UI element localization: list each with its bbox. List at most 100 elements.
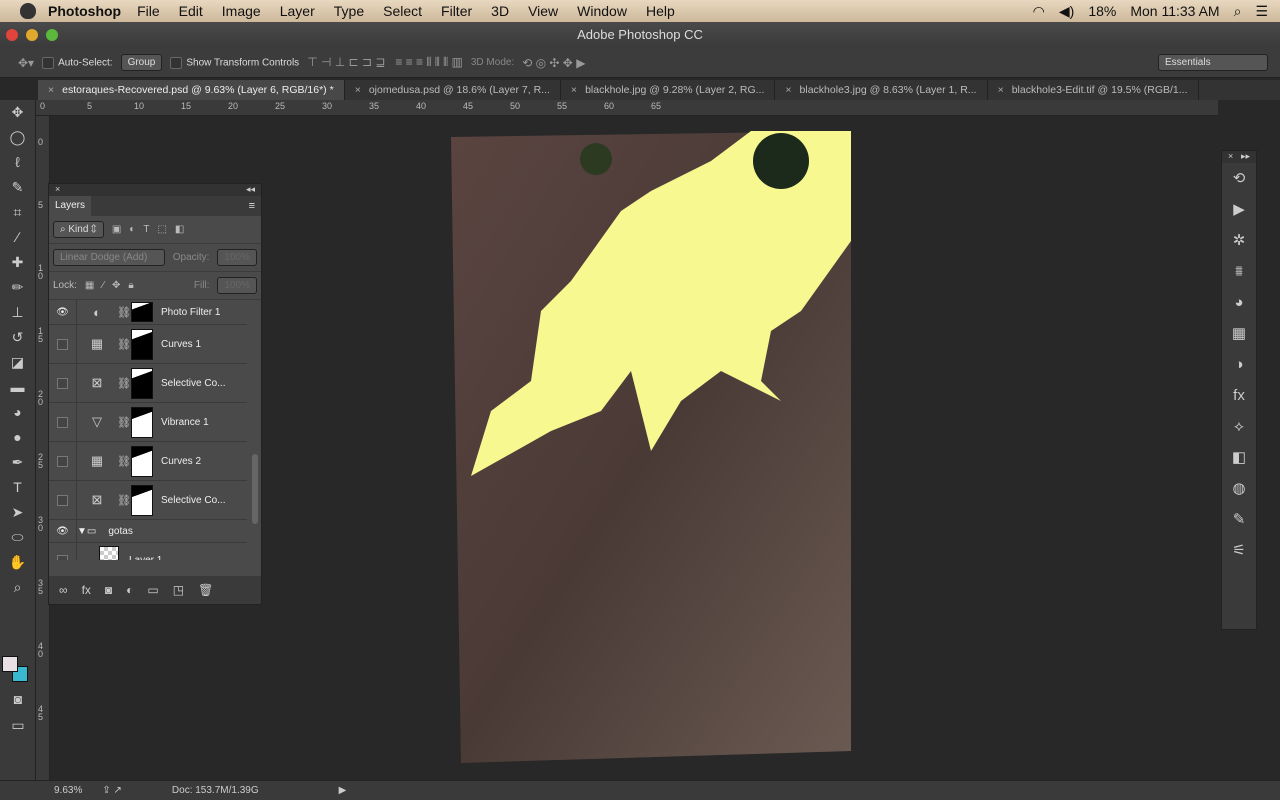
move-tool-icon[interactable]: ✥ — [0, 100, 35, 125]
mask-link-icon[interactable]: ⛓︎ — [117, 377, 131, 390]
gradient-tool-icon[interactable]: ▬ — [0, 375, 35, 400]
layer-row[interactable]: Layer 1 — [49, 543, 247, 560]
path-select-tool-icon[interactable]: ➤ — [0, 500, 35, 525]
screen-mode-icon[interactable]: ▭ — [0, 713, 36, 738]
close-tab-icon[interactable]: × — [355, 84, 361, 96]
color-panel-icon[interactable]: ◕ — [1222, 287, 1256, 318]
channels-panel-icon[interactable]: ◧ — [1222, 442, 1256, 473]
paths-panel-icon[interactable]: ⟡ — [1222, 411, 1256, 442]
close-tab-icon[interactable]: × — [785, 84, 791, 96]
filter-kind-dropdown[interactable]: ⌕ Kind ⇕ — [53, 221, 104, 238]
visibility-toggle[interactable] — [49, 481, 77, 519]
foreground-color-swatch[interactable] — [2, 656, 18, 672]
clock[interactable]: Mon 11:33 AM — [1130, 3, 1219, 19]
layers-comps-panel-icon[interactable]: ◍ — [1222, 473, 1256, 504]
history-panel-icon[interactable]: ⟲ — [1222, 163, 1256, 194]
layer-row[interactable]: 👁︎ ◐ ⛓︎ Photo Filter 1 — [49, 300, 247, 325]
brush-panel-icon[interactable]: ✎ — [1222, 504, 1256, 535]
crop-tool-icon[interactable]: ⌗ — [0, 200, 35, 225]
notifications-icon[interactable]: ☰ — [1255, 3, 1268, 20]
document-tab[interactable]: × estoraques-Recovered.psd @ 9.63% (Layer… — [38, 80, 345, 100]
collapse-panel-icon[interactable]: ◂◂ — [246, 184, 255, 196]
layer-row[interactable]: ⊠ ⛓︎ Selective Co... — [49, 481, 247, 520]
layer-mask-thumbnail[interactable] — [131, 445, 153, 477]
ellipse-tool-icon[interactable]: ⬭ — [0, 525, 35, 550]
eye-icon[interactable]: 👁︎ — [56, 526, 69, 537]
move-tool-icon[interactable]: ✥▾ — [18, 56, 34, 70]
share-icon[interactable]: ⇪ ↗ — [102, 785, 122, 796]
layer-row[interactable]: ▽ ⛓︎ Vibrance 1 — [49, 403, 247, 442]
blend-mode-dropdown[interactable]: Linear Dodge (Add) — [53, 249, 165, 266]
close-tab-icon[interactable]: × — [998, 84, 1004, 96]
quick-mask-icon[interactable]: ◙ — [0, 687, 36, 712]
document-tab[interactable]: × blackhole3-Edit.tif @ 19.5% (RGB/1... — [988, 80, 1199, 100]
blur-tool-icon[interactable]: ◕ — [0, 400, 35, 425]
app-menu[interactable]: Photoshop — [48, 3, 121, 19]
battery-status[interactable]: 18% — [1088, 3, 1116, 19]
menu-edit[interactable]: Edit — [179, 3, 203, 19]
eyedropper-tool-icon[interactable]: ∕ — [0, 225, 35, 250]
brush-tool-icon[interactable]: ✏ — [0, 275, 35, 300]
filter-type-icon[interactable]: T — [143, 224, 149, 235]
filter-smart-icon[interactable]: ◧ — [175, 224, 184, 235]
add-mask-icon[interactable]: ◙ — [105, 583, 112, 597]
tab-layers[interactable]: Layers — [49, 196, 92, 216]
workspace-dropdown[interactable]: Essentials — [1158, 54, 1268, 71]
stamp-tool-icon[interactable]: ⊥ — [0, 300, 35, 325]
histogram-panel-icon[interactable]: ⩩ — [1222, 256, 1256, 287]
document-tab[interactable]: × ojomedusa.psd @ 18.6% (Layer 7, R... — [345, 80, 561, 100]
history-brush-tool-icon[interactable]: ↺ — [0, 325, 35, 350]
mask-link-icon[interactable]: ⛓︎ — [117, 306, 131, 319]
mask-link-icon[interactable]: ⛓︎ — [117, 455, 131, 468]
close-tab-icon[interactable]: × — [571, 84, 577, 96]
menu-select[interactable]: Select — [383, 3, 422, 19]
hand-tool-icon[interactable]: ✋ — [0, 550, 35, 575]
menu-help[interactable]: Help — [646, 3, 675, 19]
zoom-tool-icon[interactable]: ⌕ — [0, 575, 35, 600]
lock-position-icon[interactable]: ✥ — [112, 280, 120, 291]
minimize-button[interactable] — [26, 29, 38, 41]
visibility-toggle[interactable]: 👁︎ — [49, 520, 77, 542]
swatches-panel-icon[interactable]: ▦ — [1222, 318, 1256, 349]
visibility-toggle[interactable]: 👁︎ — [49, 300, 77, 324]
visibility-toggle[interactable] — [49, 364, 77, 402]
opacity-input[interactable]: 100% — [217, 249, 257, 266]
wifi-icon[interactable]: ◠ — [1033, 3, 1045, 20]
filter-shape-icon[interactable]: ⬚ — [157, 224, 166, 235]
menu-layer[interactable]: Layer — [280, 3, 315, 19]
document-tab[interactable]: × blackhole.jpg @ 9.28% (Layer 2, RG... — [561, 80, 776, 100]
dodge-tool-icon[interactable]: ● — [0, 425, 35, 450]
close-panel-icon[interactable]: × — [55, 184, 60, 196]
visibility-checkbox[interactable] — [57, 377, 68, 389]
visibility-toggle[interactable] — [49, 442, 77, 480]
layer-row[interactable]: ⊠ ⛓︎ Selective Co... — [49, 364, 247, 403]
new-adjustment-icon[interactable]: ◐ — [126, 583, 133, 597]
visibility-checkbox[interactable] — [57, 416, 68, 428]
visibility-toggle[interactable] — [49, 543, 77, 560]
visibility-toggle[interactable] — [49, 403, 77, 441]
menu-window[interactable]: Window — [577, 3, 627, 19]
eraser-tool-icon[interactable]: ◪ — [0, 350, 35, 375]
link-layers-icon[interactable]: ∞ — [59, 583, 68, 597]
eye-icon[interactable]: 👁︎ — [56, 307, 69, 318]
document-tab[interactable]: × blackhole3.jpg @ 8.63% (Layer 1, R... — [775, 80, 988, 100]
delete-layer-icon[interactable]: 🗑︎ — [198, 583, 213, 597]
zoom-level[interactable]: 9.63% — [54, 785, 82, 796]
layer-thumbnail[interactable] — [99, 545, 119, 560]
auto-select-checkbox[interactable]: Auto-Select: — [42, 56, 113, 69]
document-image[interactable] — [451, 131, 861, 766]
mask-link-icon[interactable]: ⛓︎ — [117, 416, 131, 429]
visibility-toggle[interactable] — [49, 325, 77, 363]
marquee-tool-icon[interactable]: ◯ — [0, 125, 35, 150]
lock-transparent-icon[interactable]: ▦ — [85, 280, 94, 291]
search-icon[interactable]: ⌕ — [1234, 3, 1242, 20]
menu-type[interactable]: Type — [334, 3, 364, 19]
filter-adjustment-icon[interactable]: ◐ — [129, 224, 135, 235]
fx-icon[interactable]: fx — [82, 583, 91, 597]
visibility-checkbox[interactable] — [57, 555, 68, 560]
menu-file[interactable]: File — [137, 3, 160, 19]
quick-select-tool-icon[interactable]: ✎ — [0, 175, 35, 200]
mask-link-icon[interactable]: ⛓︎ — [117, 494, 131, 507]
3d-tools-icons[interactable]: ⟲ ◎ ✣ ✥ ▶ — [522, 56, 585, 70]
navigator-panel-icon[interactable]: ✲ — [1222, 225, 1256, 256]
